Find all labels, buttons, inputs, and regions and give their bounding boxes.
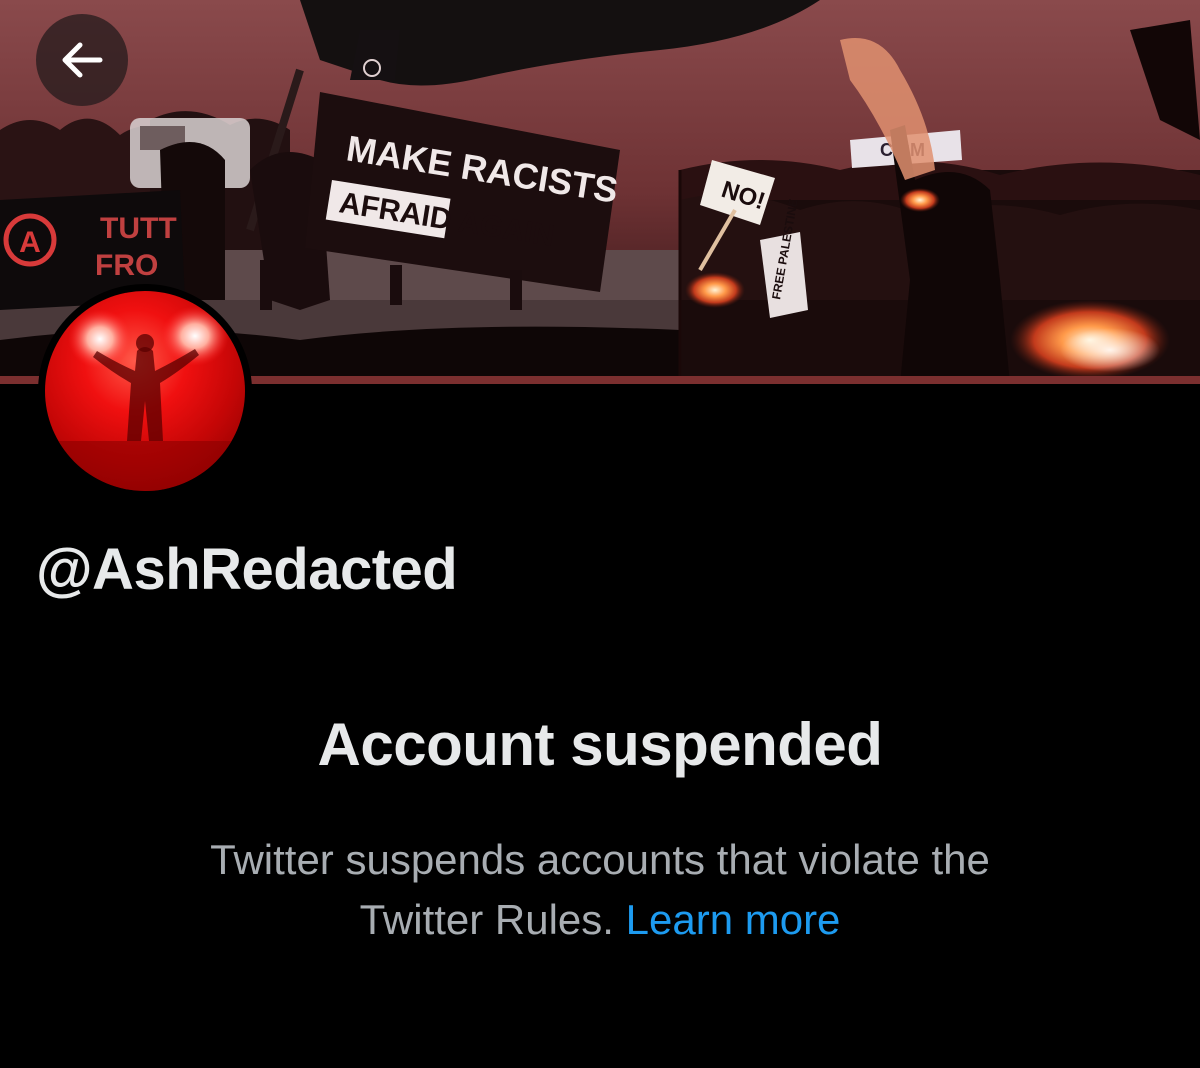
left-banner-text2: FRO: [95, 249, 158, 282]
left-banner-text1: TUTT: [100, 212, 177, 245]
back-button[interactable]: [36, 14, 128, 106]
account-suspended-title: Account suspended: [317, 711, 883, 778]
suspension-text-line2: Twitter Rules.: [359, 896, 614, 943]
suspension-message: Twitter suspends accounts that violate t…: [100, 830, 1100, 950]
arrow-left-icon: [62, 42, 103, 78]
avatar[interactable]: [38, 284, 252, 498]
profile-handle: @AshRedacted: [36, 537, 458, 602]
svg-text:A: A: [19, 226, 41, 259]
avatar-image: [45, 291, 245, 491]
suspension-text-line1: Twitter suspends accounts that violate t…: [210, 836, 990, 883]
learn-more-link[interactable]: Learn more: [626, 896, 841, 943]
